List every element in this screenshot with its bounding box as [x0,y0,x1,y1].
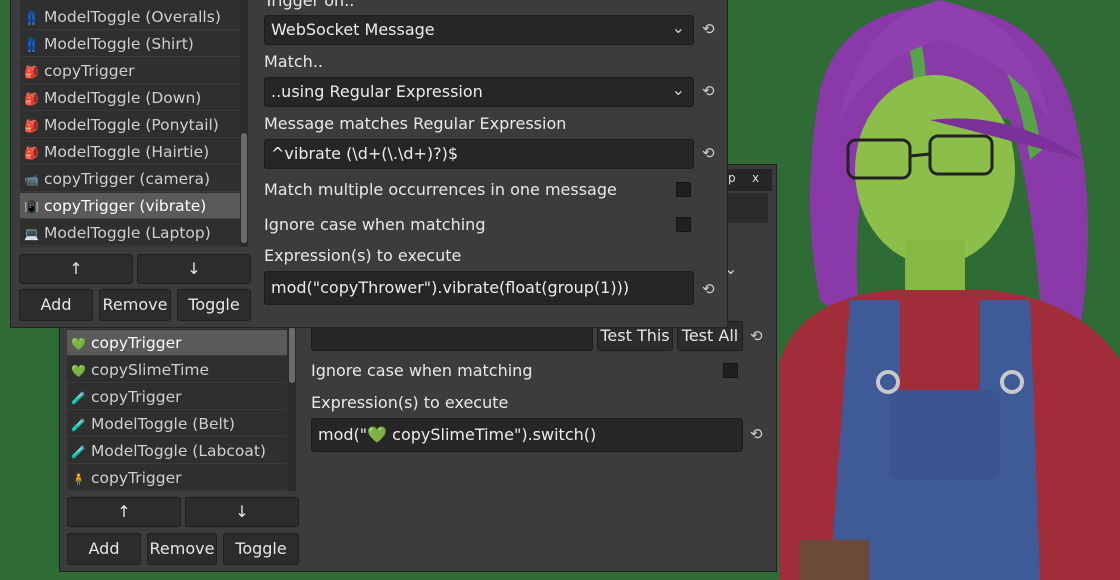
move-up-button[interactable]: ↑ [19,254,133,284]
red-trigger-icon: 🎒 [24,146,39,160]
expression-input[interactable]: mod("copyThrower").vibrate(float(group(1… [264,271,694,305]
reset-icon[interactable]: ⟲ [702,82,715,100]
match-select[interactable]: ..using Regular Expression [264,77,694,107]
trigger-on-label: Trigger on.. [264,0,355,10]
red-trigger-icon: 🎒 [24,65,39,79]
expression-label: Expression(s) to execute [311,393,509,412]
back-panel-titlebar: p x [722,169,772,191]
camera-icon: 📹 [24,173,39,187]
list-item[interactable]: 👖 ModelToggle (Overalls) [20,4,240,30]
list-item-label: ModelToggle (Down) [44,89,202,107]
list-item[interactable]: 🎒 ModelToggle (Hairtie) [20,139,240,165]
trigger-select-value: WebSocket Message [271,20,435,39]
back-panel-title-fragment: p [728,171,736,185]
list-item[interactable]: 🎒 ModelToggle (Ponytail) [20,112,240,138]
list-item-label: copySlimeTime [91,361,210,379]
list-item[interactable]: 🧪 ModelToggle (Labcoat) [67,438,287,464]
front-trigger-panel: 👖 ModelToggle (Overalls) 👖 ModelToggle (Shi… [10,0,728,328]
back-item-list: copyPat💚copyTrigger💚copySlimeTime🧪copyTr… [67,315,295,491]
ignore-case-checkbox[interactable] [723,363,738,378]
list-item-label: copyTrigger [44,62,135,80]
list-item-label: ModelToggle (Overalls) [44,8,221,26]
list-item-label: copyTrigger [91,388,182,406]
list-item-label: copyTrigger [91,469,182,487]
test-tube-icon: 🧪 [71,418,86,432]
close-button[interactable]: x [752,171,759,185]
avatar-illustration [780,0,1120,580]
list-item[interactable]: 👖 ModelToggle (Shirt) [20,31,240,57]
person-icon: 🧍 [71,472,86,486]
list-item[interactable]: 🧪 copyTrigger [67,384,287,410]
list-item-label: ModelToggle (Ponytail) [44,116,219,134]
list-item-label: ModelToggle (Shirt) [44,35,194,53]
remove-button[interactable]: Remove [147,533,217,565]
list-item[interactable]: 🎒 copyTrigger [20,58,240,84]
match-multiple-label: Match multiple occurrences in one messag… [264,180,617,199]
list-item[interactable]: 📹 copyTrigger (camera) [20,166,240,192]
list-item-label: copyTrigger (camera) [44,170,211,188]
list-item[interactable]: 🧍 copyTrigger [67,465,287,491]
red-trigger-icon: 🎒 [24,92,39,106]
toggle-button[interactable]: Toggle [223,533,299,565]
red-trigger-icon: 🎒 [24,119,39,133]
green-heart-icon: 💚 [71,364,86,378]
list-item[interactable]: 📳 copyTrigger (vibrate) [20,193,240,219]
match-label: Match.. [264,52,323,71]
reset-icon[interactable]: ⟲ [702,144,715,162]
ignore-case-checkbox[interactable] [676,217,691,232]
scrollbar-thumb[interactable] [241,133,247,243]
list-item[interactable]: 💚 copyTrigger [67,330,287,356]
green-heart-icon: 💚 [71,337,86,351]
trigger-select[interactable]: WebSocket Message [264,15,694,45]
blue-overalls-icon: 👖 [24,11,39,25]
test-tube-icon: 🧪 [71,391,86,405]
list-item[interactable]: 🧪 ModelToggle (Belt) [67,411,287,437]
reset-icon[interactable]: ⟲ [750,327,763,345]
front-item-list: 👖 ModelToggle (Overalls) 👖 ModelToggle (Shi… [20,0,248,247]
list-item-label: ModelToggle (Belt) [91,415,235,433]
expression-input[interactable]: mod("💚 copySlimeTime").switch() [311,418,743,452]
back-list-scrollbar[interactable] [288,315,296,491]
add-button[interactable]: Add [19,289,93,321]
list-item-label: copyTrigger (vibrate) [44,197,207,215]
move-down-button[interactable]: ↓ [137,254,251,284]
move-up-button[interactable]: ↑ [67,497,181,527]
regex-label: Message matches Regular Expression [264,114,567,133]
list-item[interactable]: 💻 ModelToggle (Laptop) [20,220,240,246]
match-multiple-checkbox[interactable] [676,182,691,197]
match-select-value: ..using Regular Expression [271,82,483,101]
reset-icon[interactable]: ⟲ [702,280,715,298]
remove-button[interactable]: Remove [99,289,171,321]
vibrate-icon: 📳 [24,200,39,214]
regex-input[interactable]: ^vibrate (\d+(\.\d+)?)$ [264,139,694,169]
blue-shirt-icon: 👖 [24,38,39,52]
scrollbar-thumb[interactable] [289,327,295,383]
laptop-icon: 💻 [24,227,39,241]
back-panel-topright-bar [722,193,768,223]
reset-icon[interactable]: ⟲ [750,425,763,443]
reset-icon[interactable]: ⟲ [702,20,715,38]
test-tube-icon: 🧪 [71,445,86,459]
expression-label: Expression(s) to execute [264,246,462,265]
list-item-label: ModelToggle (Laptop) [44,224,211,242]
list-item-label: ModelToggle (Hairtie) [44,143,210,161]
front-list-scrollbar[interactable] [240,0,248,247]
ignore-case-label: Ignore case when matching [264,215,486,234]
list-item[interactable]: 🎒 ModelToggle (Down) [20,85,240,111]
list-item[interactable]: 💚 copySlimeTime [67,357,287,383]
add-button[interactable]: Add [67,533,141,565]
list-item-label: ModelToggle (Labcoat) [91,442,266,460]
ignore-case-label: Ignore case when matching [311,361,533,380]
toggle-button[interactable]: Toggle [177,289,251,321]
move-down-button[interactable]: ↓ [185,497,299,527]
avatar-character [780,0,1120,580]
list-item-label: copyTrigger [91,334,182,352]
